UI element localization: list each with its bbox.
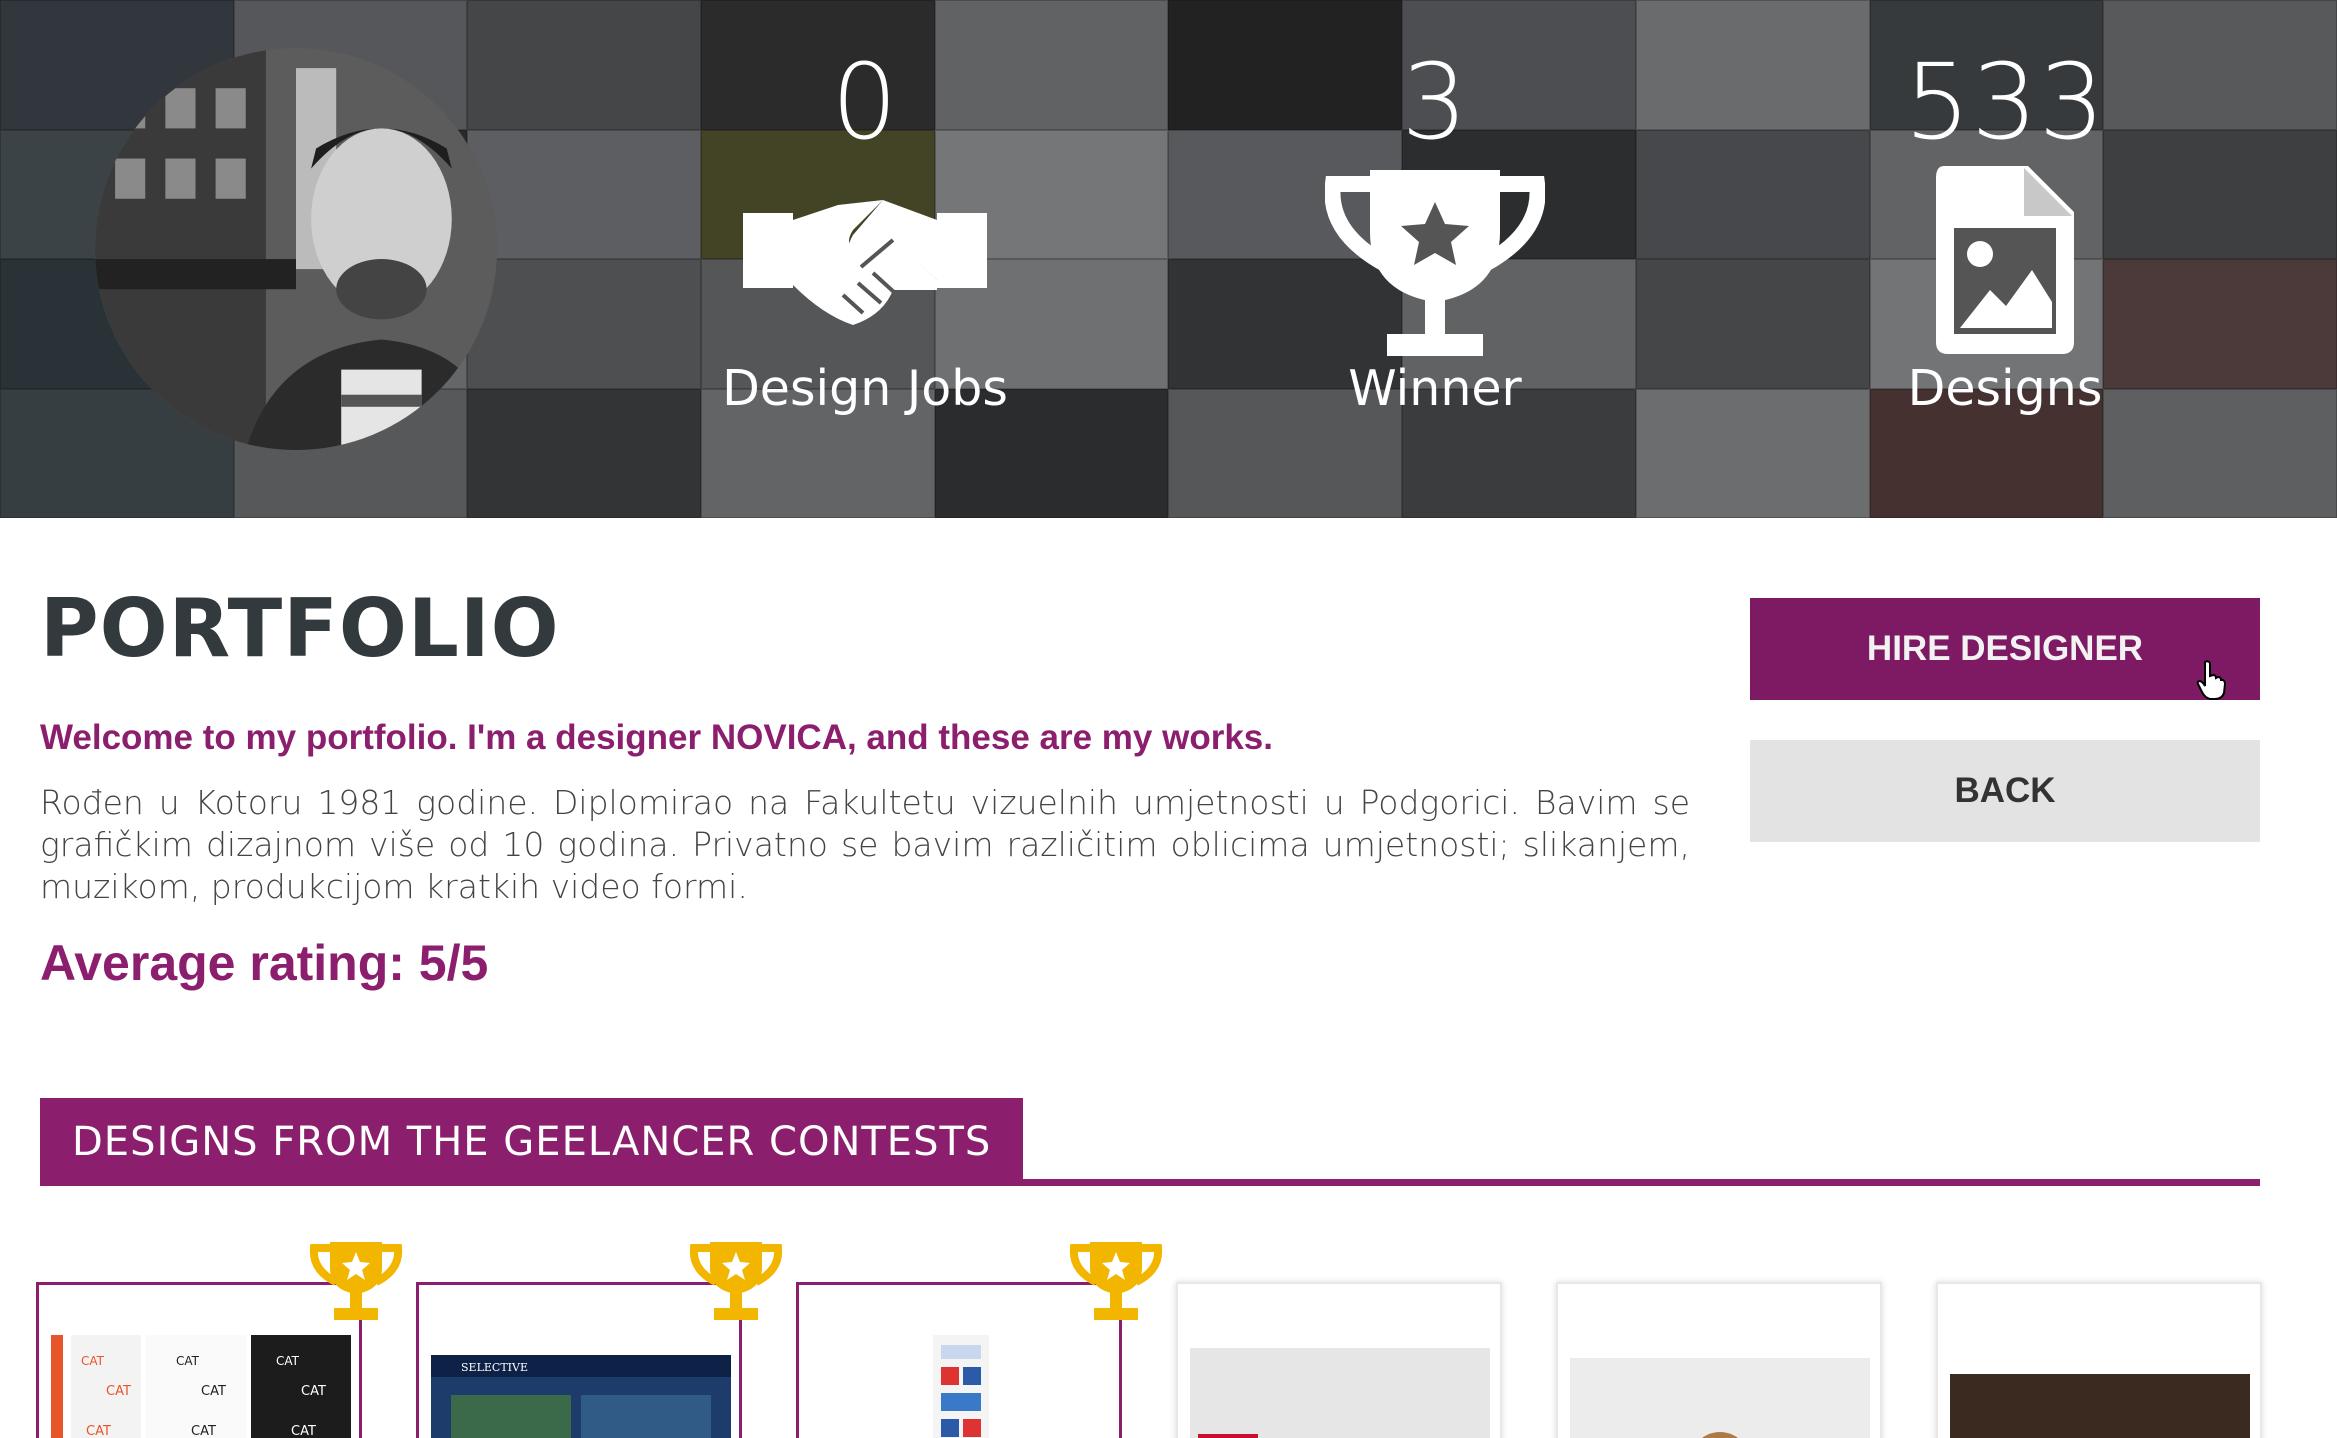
svg-text:CAT: CAT: [191, 1424, 216, 1438]
stat-winner-value: 3: [1401, 41, 1469, 163]
stat-design-jobs-label: Design Jobs: [722, 360, 1008, 417]
design-preview-image: SELECTIVE: [431, 1335, 731, 1438]
design-preview-image: [1950, 1334, 2250, 1438]
svg-text:CAT: CAT: [176, 1354, 200, 1368]
stat-designs-label: Designs: [1907, 360, 2103, 417]
section-title: DESIGNS FROM THE GEELANCER CONTESTS: [40, 1098, 1024, 1186]
back-button[interactable]: BACK: [1750, 740, 2260, 842]
stat-winner-label: Winner: [1348, 360, 1522, 417]
contest-designs-section-header: DESIGNS FROM THE GEELANCER CONTESTS: [40, 1098, 2260, 1186]
stat-design-jobs: 0 Design Jobs: [655, 50, 1075, 413]
profile-hero: 0 Design Jobs 3 Winner 533 Designs: [0, 0, 2337, 518]
design-thumbnail[interactable]: [1936, 1282, 2262, 1438]
svg-text:CAT: CAT: [276, 1354, 300, 1368]
avatar-photo: [95, 48, 497, 450]
svg-text:CAT: CAT: [106, 1384, 131, 1399]
svg-text:CAT: CAT: [291, 1424, 316, 1438]
designer-bio: Rođen u Kotoru 1981 godine. Diplomirao n…: [40, 783, 1690, 906]
svg-text:CAT: CAT: [301, 1384, 326, 1399]
winner-trophy-icon: [689, 1242, 783, 1320]
stat-designs-value: 533: [1904, 41, 2106, 163]
winner-trophy-icon: [309, 1242, 403, 1320]
average-rating: Average rating: 5/5: [40, 935, 489, 991]
trophy-icon: [1225, 160, 1645, 360]
stat-design-jobs-value: 0: [831, 41, 899, 163]
svg-text:CAT: CAT: [81, 1354, 105, 1368]
svg-text:CAT: CAT: [201, 1384, 226, 1399]
welcome-text: Welcome to my portfolio. I'm a designer …: [40, 718, 1273, 757]
design-thumbnail[interactable]: [1556, 1282, 1882, 1438]
design-preview-image: CAT CAT CAT CAT CAT CAT CAT CAT CAT: [51, 1335, 351, 1438]
svg-text:SELECTIVE: SELECTIVE: [461, 1361, 528, 1374]
pointer-cursor-icon: [2196, 660, 2226, 700]
stat-winner: 3 Winner: [1225, 50, 1645, 413]
designer-avatar: [95, 48, 497, 450]
winner-trophy-icon: [1069, 1242, 1163, 1320]
stat-designs: 533 Designs: [1795, 50, 2215, 413]
design-preview-image: [1570, 1334, 1870, 1438]
design-preview-image: [1190, 1334, 1490, 1438]
hire-designer-button[interactable]: HIRE DESIGNER: [1750, 598, 2260, 700]
page-title: PORTFOLIO: [40, 582, 560, 675]
design-thumbnail[interactable]: [1176, 1282, 1502, 1438]
image-file-icon: [1795, 160, 2215, 360]
svg-text:CAT: CAT: [86, 1424, 111, 1438]
design-preview-image: [811, 1335, 1111, 1438]
handshake-icon: [655, 160, 1075, 360]
